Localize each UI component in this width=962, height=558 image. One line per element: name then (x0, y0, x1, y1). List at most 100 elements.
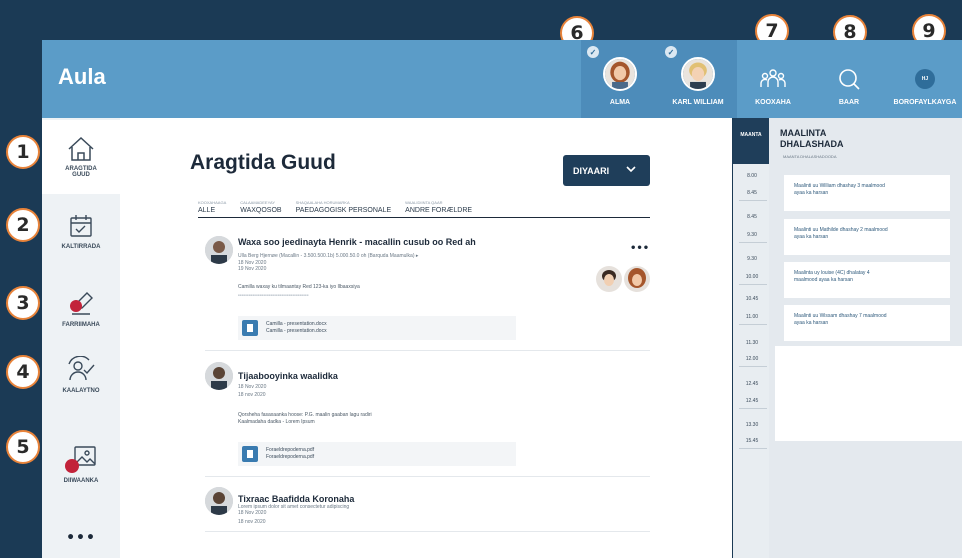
panel-title-line: MAALINTA (780, 128, 827, 138)
callout-2: 2 (6, 208, 40, 242)
post-separator (205, 350, 650, 351)
sidebar-item-messages[interactable]: FARRIIMAHA (42, 290, 120, 328)
groups-icon (760, 69, 786, 87)
callout-3: 3 (6, 286, 40, 320)
birthday-card[interactable]: Maalinta uy louise (4C) dhalatay 4 maalmo… (784, 262, 950, 298)
filter-parents[interactable]: Waalidiinta Qaar ANDRE FORÆLDRE (405, 200, 472, 214)
calendar-time: 10.00 (745, 274, 759, 280)
calendar-divider (739, 448, 767, 449)
search-button[interactable]: BAAR (811, 40, 887, 118)
create-dropdown-button[interactable]: DIYAARI (563, 155, 650, 186)
attachment[interactable]: Foraeldrepoderna.pdf Foraeldrepoderna.pd… (238, 442, 516, 466)
divider (198, 217, 650, 218)
calendar-time: 8.45 (747, 190, 757, 196)
attachment[interactable]: Camilla - presentation.docx Camilla - pr… (238, 316, 516, 340)
birthday-card[interactable]: Maalinti uu Mathilde dhashay 2 maalmood a… (784, 219, 950, 255)
post-item[interactable]: Waxa soo jeedinayta Henrik - macallin cu… (205, 236, 650, 346)
filter-value: ALLE (198, 207, 216, 214)
tool-label: KOOXAHA (755, 99, 791, 106)
card-text: ayaa ka harsan (794, 190, 829, 196)
sidebar-item-overview[interactable]: ARAGTIDA GUUD (42, 120, 120, 194)
author-avatar (205, 487, 233, 515)
sidebar-item-label: ARAGTIDA GUUD (65, 166, 97, 178)
calendar-time: 10.45 (745, 296, 759, 302)
calendar-time: 8.00 (747, 173, 757, 179)
calendar-header: MAANTA (733, 118, 769, 164)
calendar-divider (739, 408, 767, 409)
post-title[interactable]: Tixraac Baafidda Koronaha (238, 494, 354, 504)
more-menu-button[interactable]: ••• (42, 518, 120, 558)
post-edited: 18 nov 2020 (238, 519, 266, 525)
sidebar-item-label: DIIWAANKA (63, 478, 99, 484)
filter-caption: Kooxahaaga (198, 200, 227, 205)
profile-name: ALMA (609, 99, 631, 106)
post-date: 18 Nov 2020 (238, 510, 267, 516)
birthday-card[interactable]: Maalinti uu Wissam dhashay 7 maalmood aya… (784, 305, 950, 341)
groups-button[interactable]: KOOXAHA (735, 40, 811, 118)
panel-subtitle: maanta dhalashadooda (783, 154, 837, 159)
app-logo[interactable]: Aula (58, 64, 106, 90)
tool-label: BAAR (838, 99, 860, 106)
filter-staff[interactable]: Shaqaalaha Horumarka PAEDAGOGISK PERSONAL… (296, 200, 392, 214)
filter-value: WAXQOSOB (240, 207, 282, 214)
home-icon (68, 136, 94, 161)
post-edited: 18 nov 2020 (238, 392, 266, 398)
calendar-divider (739, 242, 767, 243)
card-text: ayaa ka harsan (794, 320, 829, 326)
calendar-time: 9.30 (747, 256, 757, 262)
calendar-time: 12.45 (745, 398, 759, 404)
callout-1: 1 (6, 135, 40, 169)
profile-initials: HJ (921, 76, 929, 82)
page-title: Aragtida Guud (190, 151, 336, 174)
panel-title-line: DHALASHADA (780, 139, 844, 149)
post-title[interactable]: Waxa soo jeedinayta Henrik - macallin cu… (238, 237, 476, 247)
post-body: Camilla waxay ku tilmaantay Red 123-ka i… (238, 284, 360, 290)
post-item[interactable]: Tijaabooyinka waalidka 18 Nov 2020 18 no… (205, 362, 650, 482)
callout-5: 5 (6, 430, 40, 464)
filter-starred[interactable]: Calaamadeeyay WAXQOSOB (240, 200, 281, 214)
recipient-avatar (624, 266, 650, 292)
post-separator (205, 531, 650, 532)
attachment-name: Camilla - presentation.docx (266, 321, 327, 327)
sidebar-item-label: KAALAYTNO (62, 388, 100, 394)
profile-alma[interactable]: ✓ ALMA (581, 40, 659, 118)
filter-all[interactable]: Kooxahaaga ALLE (198, 200, 226, 214)
card-text: Maalinta uy louise (4C) dhalatay 4 (794, 270, 870, 276)
profile-name: KARL WILLIAM (672, 99, 724, 106)
check-icon: ✓ (587, 46, 599, 58)
post-item[interactable]: Tixraac Baafidda Koronaha Lorem ipsum do… (205, 487, 650, 527)
card-text: maalmood ayaa ka harsan (794, 277, 853, 283)
filter-caption: Calaamadeeyay (240, 200, 275, 205)
card-text: Maalinti uu William dhashay 3 maalmood (794, 183, 885, 189)
calendar-divider (739, 284, 767, 285)
callout-4: 4 (6, 355, 40, 389)
panel-footer (775, 346, 962, 441)
check-icon: ✓ (665, 46, 677, 58)
sidebar-item-label: KALTIRRADA (61, 244, 101, 250)
filter-value: PAEDAGOGISK PERSONALE (295, 207, 392, 214)
profile-karl-william[interactable]: ✓ KARL WILLIAM (659, 40, 737, 118)
post-body: Qorsheha fasaxaanka hoose: P.G. maalin g… (238, 412, 372, 418)
filter-bar: Kooxahaaga ALLE Calaamadeeyay WAXQOSOB Sha… (198, 200, 472, 214)
panel-title: MAALINTA DHALASHADA (780, 128, 844, 150)
attachment-name: Foraeldrepoderna.pdf (266, 447, 315, 453)
calendar-time: 15.45 (745, 438, 759, 444)
post-date: 18 Nov 2020 (238, 384, 267, 390)
child-avatar (603, 57, 637, 91)
my-profile-button[interactable]: HJ BOROFAYLKAYGA (887, 40, 962, 118)
post-title[interactable]: Tijaabooyinka waalidka (238, 371, 338, 381)
calendar-time: 11.30 (745, 340, 759, 346)
messages-icon (70, 292, 93, 315)
calendar-divider (739, 200, 767, 201)
post-options-icon[interactable]: ••• (630, 243, 649, 254)
calendar-time: 11.00 (745, 314, 759, 320)
attachment-name: Camilla - presentation.docx (266, 328, 327, 334)
document-icon (242, 446, 258, 462)
author-avatar (205, 236, 233, 264)
sidebar-item-calendar[interactable]: KALTIRRADA (42, 214, 120, 250)
sidebar-item-presence[interactable]: KAALAYTNO (42, 356, 120, 394)
sidebar-item-gallery[interactable]: DIIWAANKA (42, 444, 120, 484)
birthday-card[interactable]: Maalinti uu William dhashay 3 maalmood ay… (784, 175, 950, 211)
button-label: DIYAARI (573, 165, 610, 176)
card-text: ayaa ka harsan (794, 234, 829, 240)
